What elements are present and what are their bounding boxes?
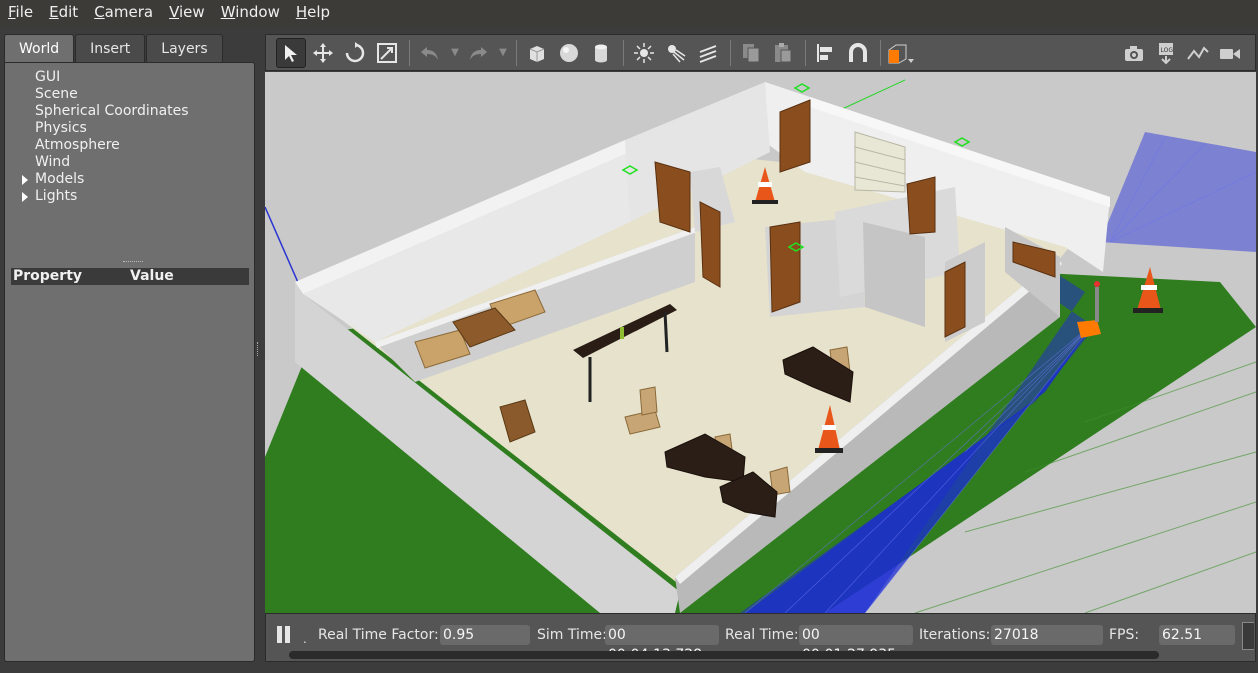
world-panel: GUI Scene Spherical Coordinates Physics … [4,62,255,662]
scrollbar-thumb[interactable] [289,651,1159,659]
screenshot-icon[interactable] [1119,39,1149,69]
scene-render[interactable] [265,72,1256,613]
video-icon[interactable] [1215,39,1245,69]
log-icon[interactable]: LOG [1151,39,1181,69]
tab-insert[interactable]: Insert [75,34,146,62]
sim-time-label: Sim Time: [537,627,607,643]
toolbar-separator [730,39,731,66]
point-light-icon[interactable] [629,38,659,68]
main-toolbar: ▼ ▼ LOG [265,34,1256,71]
vertical-splitter-handle[interactable] [257,342,261,356]
translate-icon[interactable] [308,38,338,68]
fps-label: FPS: [1109,627,1140,643]
horizontal-scrollbar[interactable] [289,651,1159,659]
scale-icon[interactable] [372,38,402,68]
property-column-header[interactable]: Property [11,268,130,285]
real-time-factor-label: Real Time Factor: [318,627,439,643]
snap-icon[interactable] [843,38,873,68]
copy-icon[interactable] [736,38,766,68]
left-panel: World Insert Layers GUI Scene Spherical … [4,34,255,662]
pause-icon[interactable] [276,626,292,644]
world-tree: GUI Scene Spherical Coordinates Physics … [15,69,245,205]
tab-world[interactable]: World [4,34,75,62]
toolbar-right-group: LOG [1119,39,1247,69]
sim-time-value: 00 00:04:13.728 [605,625,719,663]
menu-view[interactable]: View [161,0,213,26]
real-time-label: Real Time: [725,627,799,643]
svg-text:LOG: LOG [1161,47,1174,54]
menu-help[interactable]: Help [288,0,338,26]
value-column-header[interactable]: Value [130,268,174,285]
menu-camera[interactable]: Camera [86,0,161,26]
fps-value: 62.51 [1159,625,1235,645]
toolbar-separator [805,39,806,66]
toolbar-separator [516,39,517,66]
step-button[interactable]: . [303,632,307,646]
spot-light-icon[interactable] [661,38,691,68]
left-tabbar: World Insert Layers [4,34,255,62]
tree-item-spherical-coordinates[interactable]: Spherical Coordinates [15,103,245,120]
tab-layers[interactable]: Layers [146,34,223,62]
real-time-value: 00 00:01:27.935 [799,625,913,663]
align-icon[interactable] [811,38,841,68]
reset-time-button[interactable] [1242,622,1254,650]
toolbar-separator [880,39,881,66]
cylinder-icon[interactable] [586,38,616,68]
toolbar-separator [623,39,624,66]
tree-item-lights[interactable]: Lights [15,188,245,205]
tree-item-physics[interactable]: Physics [15,120,245,137]
menu-file[interactable]: File [0,0,41,26]
toolbar-separator [409,39,410,66]
menu-edit[interactable]: Edit [41,0,86,26]
expand-arrow-icon[interactable] [22,192,28,202]
rotate-icon[interactable] [340,38,370,68]
panel-splitter-handle[interactable] [123,261,143,265]
view-angle-icon[interactable] [886,38,916,68]
sphere-icon[interactable] [554,38,584,68]
menu-bar: File Edit Camera View Window Help [0,0,1258,26]
undo-dropdown-icon[interactable]: ▼ [447,47,463,58]
tree-item-atmosphere[interactable]: Atmosphere [15,137,245,154]
tree-item-gui[interactable]: GUI [15,69,245,86]
status-bar: . Real Time Factor: 0.95 Sim Time: 00 00… [265,613,1256,663]
expand-arrow-icon[interactable] [22,175,28,185]
directional-light-icon[interactable] [693,38,723,68]
box-icon[interactable] [522,38,552,68]
tree-item-models[interactable]: Models [15,171,245,188]
tree-item-scene[interactable]: Scene [15,86,245,103]
redo-dropdown-icon[interactable]: ▼ [495,47,511,58]
tree-item-wind[interactable]: Wind [15,154,245,171]
scene-viewport[interactable] [265,72,1256,613]
real-time-factor-value: 0.95 [440,625,530,645]
paste-icon[interactable] [768,38,798,68]
iterations-label: Iterations: [919,627,991,643]
property-table-header: Property Value [11,268,249,285]
undo-icon[interactable] [415,38,445,68]
redo-icon[interactable] [463,38,493,68]
menu-window[interactable]: Window [213,0,288,26]
plot-icon[interactable] [1183,39,1213,69]
iterations-value: 27018 [991,625,1103,645]
select-arrow-icon[interactable] [276,37,306,68]
